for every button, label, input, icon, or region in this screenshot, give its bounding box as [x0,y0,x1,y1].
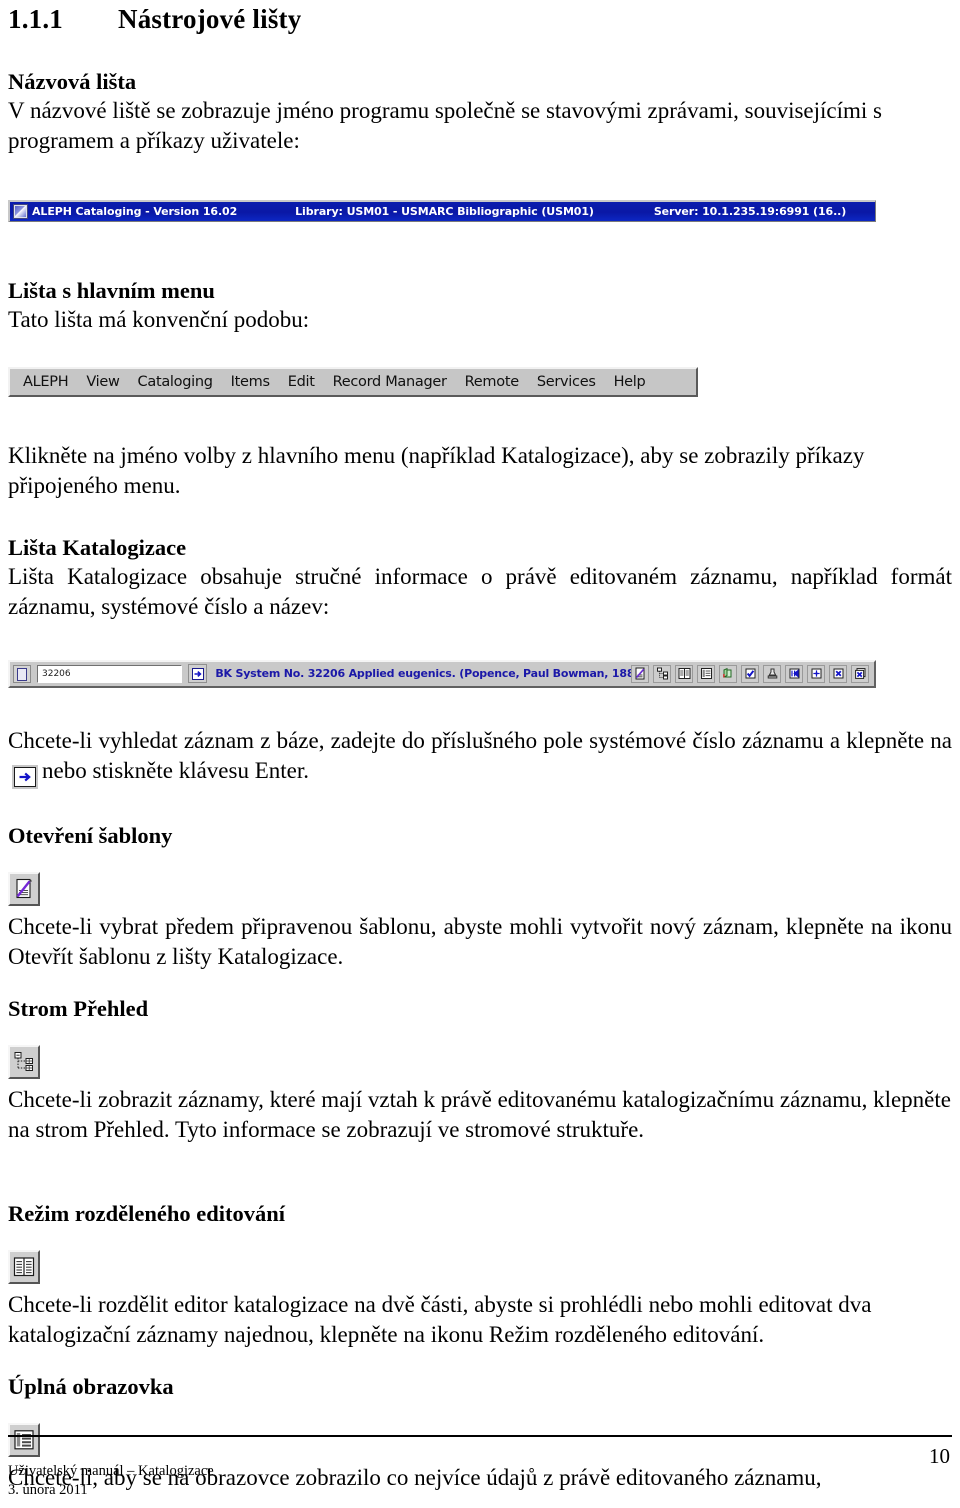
arrow-right-icon [191,667,204,680]
expand-icon[interactable] [807,664,825,683]
section-paragraph-nazvova-lista: V názvové liště se zobrazuje jméno progr… [8,98,882,154]
full-screen-icon[interactable] [8,1423,40,1458]
aleph-title-bar-screenshot: ALEPH Cataloging - Version 16.02 Library… [8,200,876,223]
title-bar-server-label: Server: 10.1.235.19:6991 (16..) [653,205,847,219]
record-icon [13,664,31,683]
footer-date: 3. února 2011 [8,1481,88,1498]
paragraph-find-record-part1: Chcete-li vyhledat záznam z báze, zadejt… [8,727,952,753]
heading-text: Nástrojové lišty [118,4,302,34]
menu-item-edit[interactable]: Edit [279,374,324,390]
section-heading-nazvova-lista: Názvová lišta [8,69,137,94]
overview-tree-icon[interactable] [8,1045,40,1080]
title-bar-app-label: ALEPH Cataloging - Version 16.02 [32,205,238,219]
page-turn-icon[interactable] [719,664,737,683]
split-editor-icon[interactable] [675,664,693,683]
menu-item-services[interactable]: Services [528,374,605,390]
navigate-first-icon[interactable] [785,664,803,683]
aleph-app-icon [13,204,28,220]
close-record-icon[interactable] [829,664,847,683]
document-page: 1.1.1 Nástrojové lišty Názvová lišta V n… [0,0,960,1508]
section-paragraph-otevreni-sablony: Chcete-li vybrat předem připravenou šabl… [8,914,952,970]
section-heading-lista-s-hlavnim-menu: Lišta s hlavním menu [8,278,215,304]
paragraph-find-record: Chcete-li vyhledat záznam z báze, zadejt… [8,726,952,789]
menu-item-view[interactable]: View [77,374,128,390]
aleph-menu-bar-screenshot: ALEPH View Cataloging Items Edit Record … [8,367,698,398]
section-heading-uplna-obrazovka: Úplná obrazovka [8,1373,174,1399]
split-editor-icon[interactable] [8,1250,40,1285]
menu-item-remote[interactable]: Remote [456,374,528,390]
open-template-icon[interactable] [631,664,649,683]
stamp-icon[interactable] [763,664,781,683]
cataloging-toolbar-icons [631,664,871,683]
check-record-icon[interactable] [741,664,759,683]
menu-item-items[interactable]: Items [222,374,279,390]
page-content: 1.1.1 Nástrojové lišty Názvová lišta V n… [8,0,952,1493]
menu-item-record-manager[interactable]: Record Manager [324,374,456,390]
paragraph-find-record-part2: nebo stiskněte klávesu Enter. [42,757,309,783]
go-arrow-button[interactable] [188,664,208,684]
footer-divider [8,1435,952,1437]
full-screen-icon[interactable] [697,664,715,683]
open-template-icon[interactable] [8,872,40,907]
system-number-input[interactable]: 32206 [37,664,183,683]
page-number: 10 [929,1444,950,1468]
section-paragraph-lista-s-hlavnim-menu: Tato lišta má konvenční podobu: [8,307,310,333]
heading-number: 1.1.1 [8,4,63,34]
section-paragraph-lista-katalogizace: Lišta Katalogizace obsahuje stručné info… [8,564,952,620]
record-status-text: BK System No. 32206 Applied eugenics. (P… [215,667,631,681]
section-heading-strom-prehled: Strom Přehled [8,995,149,1021]
section-paragraph-rezim-rozdeleneho-editovani: Chcete-li rozdělit editor katalogizace n… [8,1292,872,1348]
section-heading-otevreni-sablony: Otevření šablony [8,822,173,848]
close-all-records-icon[interactable] [851,664,869,683]
section-heading-rezim-rozdeleneho-editovani: Režim rozděleného editování [8,1200,286,1226]
footer-manual-title: Uživatelský manuál – Katalogizace [8,1463,214,1479]
page-title: 1.1.1 Nástrojové lišty [8,0,952,35]
footer-text: Uživatelský manuál – Katalogizace 3. úno… [8,1462,214,1499]
menu-item-aleph[interactable]: ALEPH [14,374,77,390]
section-paragraph-strom-prehled: Chcete-li zobrazit záznamy, které mají v… [8,1087,951,1143]
cataloging-bar-screenshot: 32206 BK System No. 32206 Applied eugeni… [8,659,876,688]
menu-item-help[interactable]: Help [605,374,655,390]
title-bar-library-label: Library: USM01 - USMARC Bibliographic (U… [295,205,594,219]
overview-tree-icon[interactable] [653,664,671,683]
arrow-right-icon [19,772,31,782]
section-heading-lista-katalogizace: Lišta Katalogizace [8,534,187,560]
menu-item-cataloging[interactable]: Cataloging [129,374,222,390]
paragraph-click-menu-name: Klikněte na jméno volby z hlavního menu … [8,443,865,499]
inline-go-arrow-button[interactable] [12,764,38,789]
